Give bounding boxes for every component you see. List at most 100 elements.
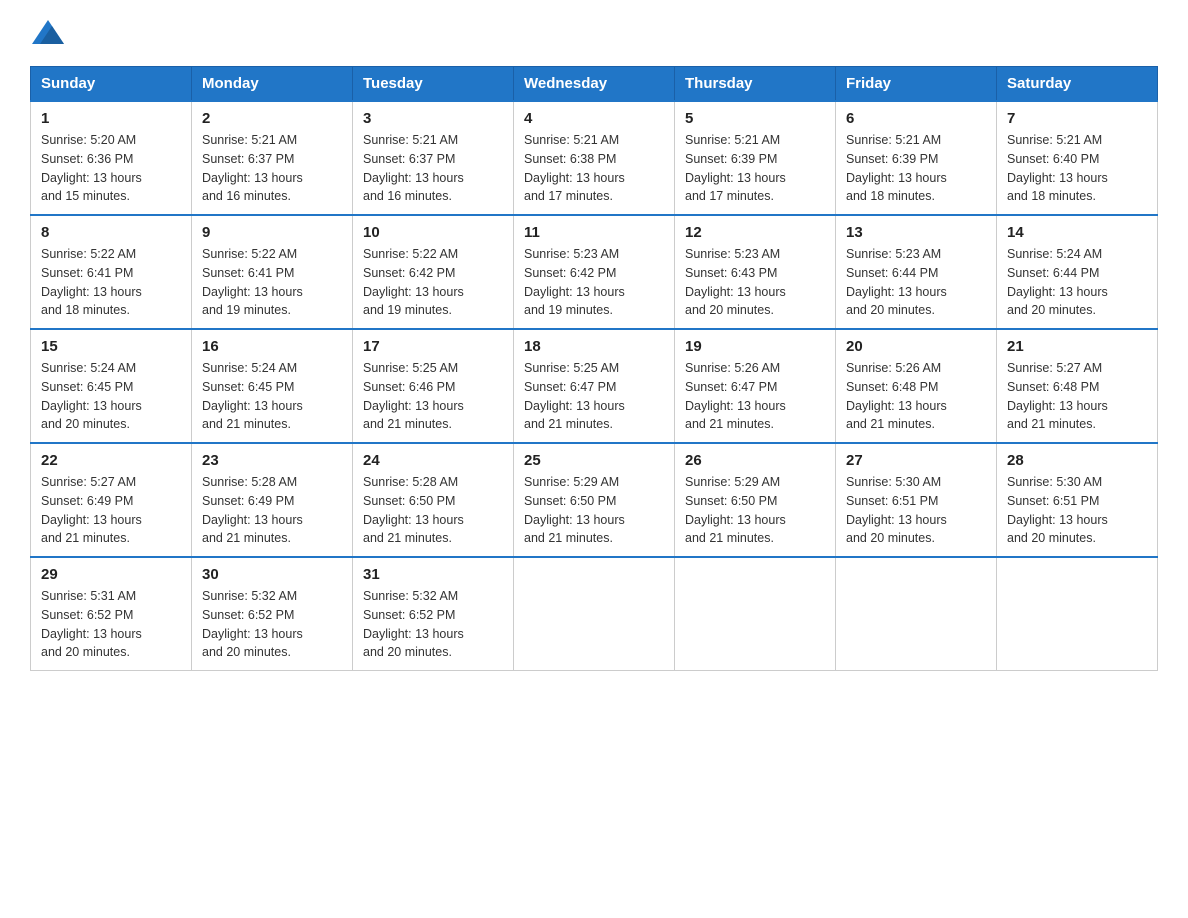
calendar-week-3: 15 Sunrise: 5:24 AMSunset: 6:45 PMDaylig…	[31, 329, 1158, 443]
day-number: 24	[363, 452, 503, 469]
day-number: 10	[363, 224, 503, 241]
calendar-cell	[997, 557, 1158, 671]
day-info: Sunrise: 5:24 AMSunset: 6:45 PMDaylight:…	[202, 361, 303, 431]
calendar-cell: 30 Sunrise: 5:32 AMSunset: 6:52 PMDaylig…	[192, 557, 353, 671]
day-number: 7	[1007, 110, 1147, 127]
day-number: 16	[202, 338, 342, 355]
day-number: 19	[685, 338, 825, 355]
calendar-cell: 12 Sunrise: 5:23 AMSunset: 6:43 PMDaylig…	[675, 215, 836, 329]
logo	[30, 20, 66, 46]
day-info: Sunrise: 5:21 AMSunset: 6:37 PMDaylight:…	[202, 133, 303, 203]
calendar-cell: 24 Sunrise: 5:28 AMSunset: 6:50 PMDaylig…	[353, 443, 514, 557]
calendar-cell: 3 Sunrise: 5:21 AMSunset: 6:37 PMDayligh…	[353, 101, 514, 215]
day-number: 23	[202, 452, 342, 469]
day-info: Sunrise: 5:27 AMSunset: 6:48 PMDaylight:…	[1007, 361, 1108, 431]
day-number: 8	[41, 224, 181, 241]
calendar-week-4: 22 Sunrise: 5:27 AMSunset: 6:49 PMDaylig…	[31, 443, 1158, 557]
day-info: Sunrise: 5:25 AMSunset: 6:46 PMDaylight:…	[363, 361, 464, 431]
day-info: Sunrise: 5:21 AMSunset: 6:39 PMDaylight:…	[846, 133, 947, 203]
day-number: 30	[202, 566, 342, 583]
day-number: 9	[202, 224, 342, 241]
header-tuesday: Tuesday	[353, 67, 514, 102]
day-info: Sunrise: 5:29 AMSunset: 6:50 PMDaylight:…	[685, 475, 786, 545]
day-info: Sunrise: 5:23 AMSunset: 6:43 PMDaylight:…	[685, 247, 786, 317]
calendar-cell: 10 Sunrise: 5:22 AMSunset: 6:42 PMDaylig…	[353, 215, 514, 329]
day-info: Sunrise: 5:21 AMSunset: 6:37 PMDaylight:…	[363, 133, 464, 203]
day-info: Sunrise: 5:23 AMSunset: 6:42 PMDaylight:…	[524, 247, 625, 317]
calendar-cell: 9 Sunrise: 5:22 AMSunset: 6:41 PMDayligh…	[192, 215, 353, 329]
day-number: 13	[846, 224, 986, 241]
day-info: Sunrise: 5:27 AMSunset: 6:49 PMDaylight:…	[41, 475, 142, 545]
day-info: Sunrise: 5:30 AMSunset: 6:51 PMDaylight:…	[1007, 475, 1108, 545]
calendar-cell: 8 Sunrise: 5:22 AMSunset: 6:41 PMDayligh…	[31, 215, 192, 329]
day-info: Sunrise: 5:28 AMSunset: 6:50 PMDaylight:…	[363, 475, 464, 545]
calendar-cell: 11 Sunrise: 5:23 AMSunset: 6:42 PMDaylig…	[514, 215, 675, 329]
header-sunday: Sunday	[31, 67, 192, 102]
calendar-cell: 19 Sunrise: 5:26 AMSunset: 6:47 PMDaylig…	[675, 329, 836, 443]
day-number: 14	[1007, 224, 1147, 241]
day-info: Sunrise: 5:22 AMSunset: 6:41 PMDaylight:…	[202, 247, 303, 317]
header-monday: Monday	[192, 67, 353, 102]
day-number: 6	[846, 110, 986, 127]
day-info: Sunrise: 5:32 AMSunset: 6:52 PMDaylight:…	[202, 589, 303, 659]
calendar-cell: 20 Sunrise: 5:26 AMSunset: 6:48 PMDaylig…	[836, 329, 997, 443]
day-number: 17	[363, 338, 503, 355]
calendar-cell: 17 Sunrise: 5:25 AMSunset: 6:46 PMDaylig…	[353, 329, 514, 443]
day-info: Sunrise: 5:24 AMSunset: 6:44 PMDaylight:…	[1007, 247, 1108, 317]
header-thursday: Thursday	[675, 67, 836, 102]
day-number: 27	[846, 452, 986, 469]
calendar-week-5: 29 Sunrise: 5:31 AMSunset: 6:52 PMDaylig…	[31, 557, 1158, 671]
calendar-cell: 31 Sunrise: 5:32 AMSunset: 6:52 PMDaylig…	[353, 557, 514, 671]
day-number: 22	[41, 452, 181, 469]
day-number: 28	[1007, 452, 1147, 469]
day-number: 21	[1007, 338, 1147, 355]
calendar-cell: 18 Sunrise: 5:25 AMSunset: 6:47 PMDaylig…	[514, 329, 675, 443]
header-friday: Friday	[836, 67, 997, 102]
calendar-cell: 14 Sunrise: 5:24 AMSunset: 6:44 PMDaylig…	[997, 215, 1158, 329]
calendar-cell: 16 Sunrise: 5:24 AMSunset: 6:45 PMDaylig…	[192, 329, 353, 443]
day-info: Sunrise: 5:21 AMSunset: 6:40 PMDaylight:…	[1007, 133, 1108, 203]
calendar-cell: 21 Sunrise: 5:27 AMSunset: 6:48 PMDaylig…	[997, 329, 1158, 443]
day-info: Sunrise: 5:24 AMSunset: 6:45 PMDaylight:…	[41, 361, 142, 431]
day-number: 1	[41, 110, 181, 127]
day-number: 2	[202, 110, 342, 127]
calendar-cell: 23 Sunrise: 5:28 AMSunset: 6:49 PMDaylig…	[192, 443, 353, 557]
day-number: 29	[41, 566, 181, 583]
calendar-cell: 2 Sunrise: 5:21 AMSunset: 6:37 PMDayligh…	[192, 101, 353, 215]
calendar-cell: 15 Sunrise: 5:24 AMSunset: 6:45 PMDaylig…	[31, 329, 192, 443]
header-wednesday: Wednesday	[514, 67, 675, 102]
day-number: 25	[524, 452, 664, 469]
day-info: Sunrise: 5:21 AMSunset: 6:38 PMDaylight:…	[524, 133, 625, 203]
calendar-table: SundayMondayTuesdayWednesdayThursdayFrid…	[30, 66, 1158, 671]
day-info: Sunrise: 5:20 AMSunset: 6:36 PMDaylight:…	[41, 133, 142, 203]
calendar-cell: 13 Sunrise: 5:23 AMSunset: 6:44 PMDaylig…	[836, 215, 997, 329]
day-info: Sunrise: 5:29 AMSunset: 6:50 PMDaylight:…	[524, 475, 625, 545]
day-info: Sunrise: 5:23 AMSunset: 6:44 PMDaylight:…	[846, 247, 947, 317]
logo-icon	[30, 16, 66, 52]
day-number: 31	[363, 566, 503, 583]
day-number: 18	[524, 338, 664, 355]
day-number: 5	[685, 110, 825, 127]
day-info: Sunrise: 5:32 AMSunset: 6:52 PMDaylight:…	[363, 589, 464, 659]
calendar-cell: 5 Sunrise: 5:21 AMSunset: 6:39 PMDayligh…	[675, 101, 836, 215]
calendar-week-2: 8 Sunrise: 5:22 AMSunset: 6:41 PMDayligh…	[31, 215, 1158, 329]
day-info: Sunrise: 5:26 AMSunset: 6:47 PMDaylight:…	[685, 361, 786, 431]
calendar-cell: 29 Sunrise: 5:31 AMSunset: 6:52 PMDaylig…	[31, 557, 192, 671]
day-info: Sunrise: 5:28 AMSunset: 6:49 PMDaylight:…	[202, 475, 303, 545]
day-number: 12	[685, 224, 825, 241]
day-info: Sunrise: 5:25 AMSunset: 6:47 PMDaylight:…	[524, 361, 625, 431]
day-number: 11	[524, 224, 664, 241]
calendar-cell: 6 Sunrise: 5:21 AMSunset: 6:39 PMDayligh…	[836, 101, 997, 215]
calendar-cell	[675, 557, 836, 671]
page-header	[30, 20, 1158, 46]
calendar-cell: 25 Sunrise: 5:29 AMSunset: 6:50 PMDaylig…	[514, 443, 675, 557]
calendar-cell: 27 Sunrise: 5:30 AMSunset: 6:51 PMDaylig…	[836, 443, 997, 557]
day-number: 26	[685, 452, 825, 469]
calendar-cell: 26 Sunrise: 5:29 AMSunset: 6:50 PMDaylig…	[675, 443, 836, 557]
day-info: Sunrise: 5:26 AMSunset: 6:48 PMDaylight:…	[846, 361, 947, 431]
calendar-cell: 1 Sunrise: 5:20 AMSunset: 6:36 PMDayligh…	[31, 101, 192, 215]
day-info: Sunrise: 5:30 AMSunset: 6:51 PMDaylight:…	[846, 475, 947, 545]
day-info: Sunrise: 5:21 AMSunset: 6:39 PMDaylight:…	[685, 133, 786, 203]
calendar-header-row: SundayMondayTuesdayWednesdayThursdayFrid…	[31, 67, 1158, 102]
calendar-week-1: 1 Sunrise: 5:20 AMSunset: 6:36 PMDayligh…	[31, 101, 1158, 215]
